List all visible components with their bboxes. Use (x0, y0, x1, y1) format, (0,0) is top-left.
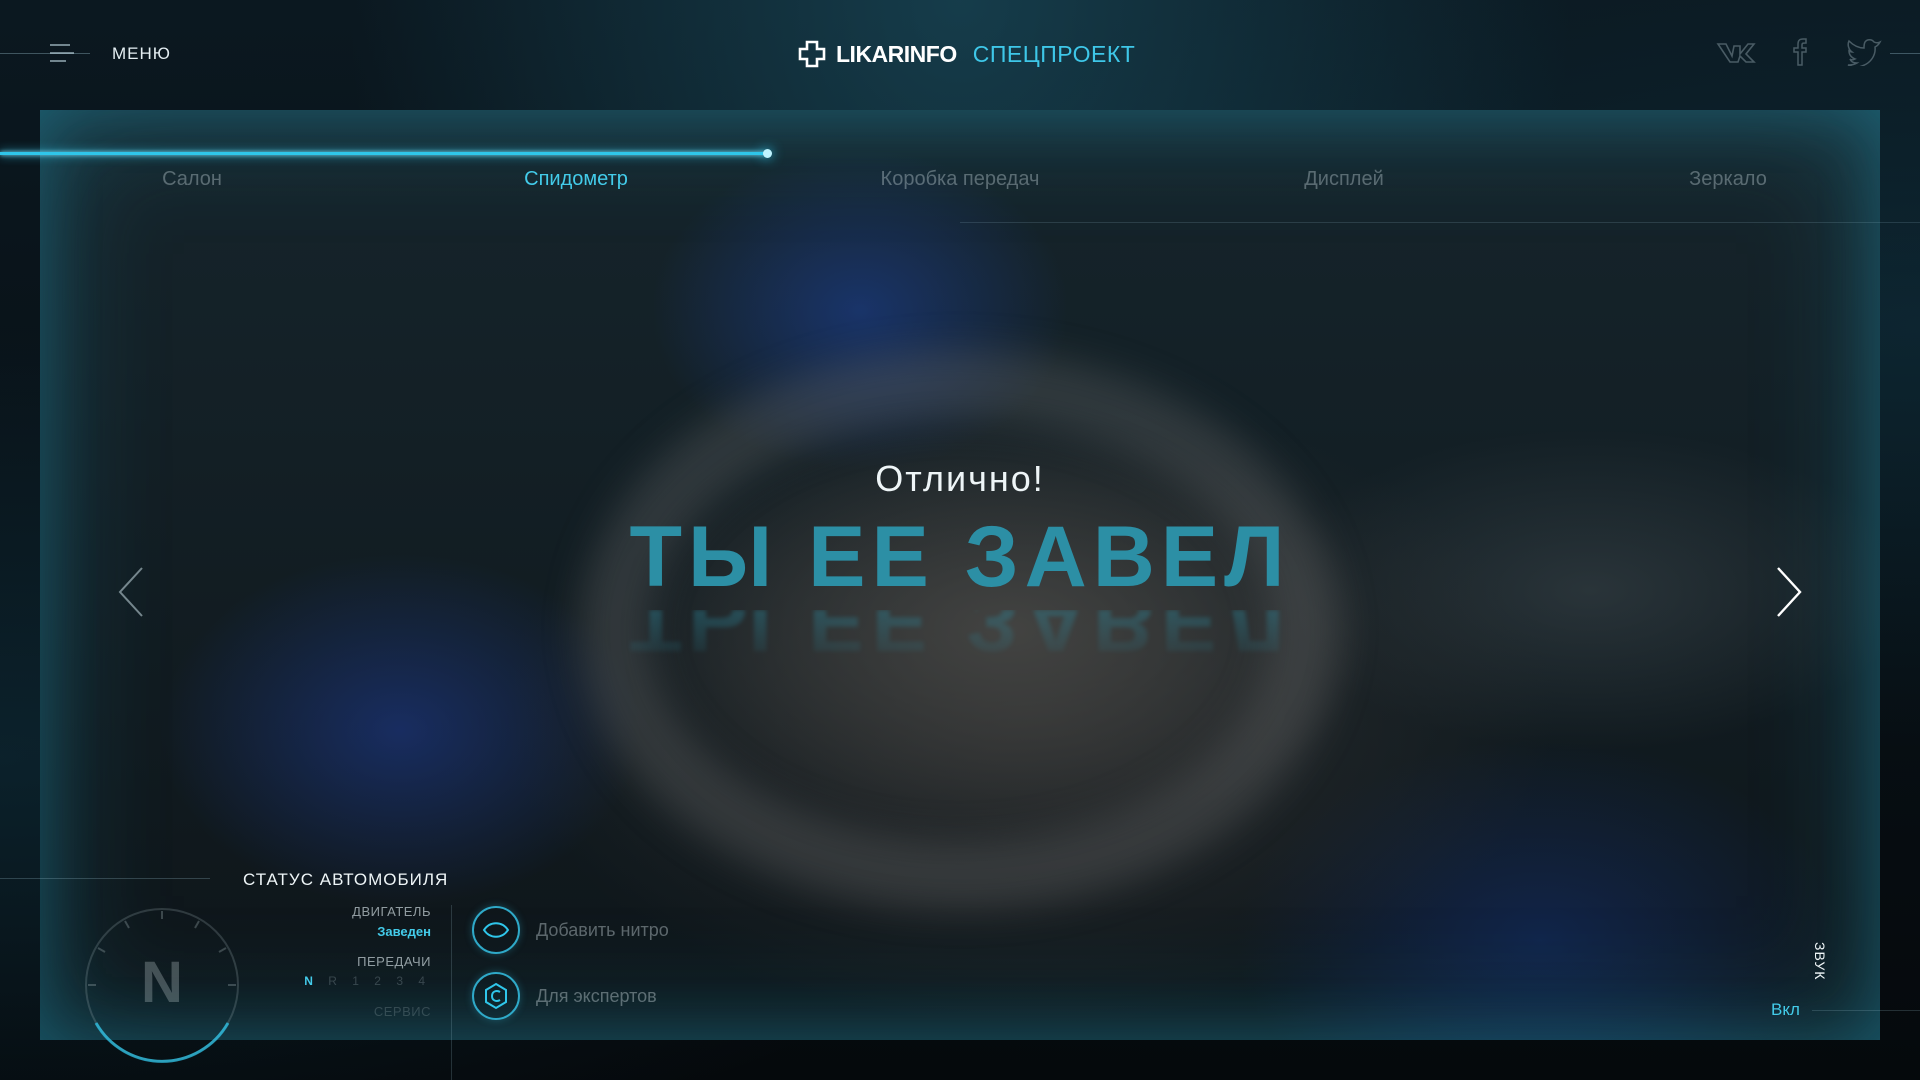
add-nitro-label: Добавить нитро (536, 919, 669, 940)
engine-label: ДВИГАТЕЛЬ (352, 904, 431, 919)
gear-current: N (304, 974, 319, 988)
brand-subtitle: СПЕЦПРОЕКТ (972, 40, 1136, 67)
add-nitro-button[interactable]: Добавить нитро (472, 904, 669, 956)
nitro-icon (472, 906, 520, 954)
status-vertical-divider (451, 905, 452, 1080)
medical-cross-icon (798, 40, 826, 68)
social-links (1716, 36, 1884, 68)
menu-divider (0, 53, 90, 54)
social-divider (1890, 53, 1920, 54)
gears-indicator: N R 1 2 3 4 (304, 974, 431, 988)
gear-gauge: N (82, 905, 242, 1065)
sound-toggle[interactable]: Вкл (1771, 1000, 1800, 1020)
hero-headline: ТЫ ЕЕ ЗАВЕЛ (629, 509, 1291, 605)
progress-bar (0, 149, 1920, 158)
prev-arrow-icon[interactable] (112, 562, 152, 622)
facebook-icon[interactable] (1780, 36, 1820, 68)
sound-divider (1812, 1010, 1920, 1011)
tab-gearbox[interactable]: Коробка передач (810, 168, 1110, 191)
gear-options: R 1 2 3 4 (328, 974, 431, 988)
next-arrow-icon[interactable] (1768, 562, 1808, 622)
tab-mirror[interactable]: Зеркало (1578, 168, 1878, 191)
engine-value: Заведен (377, 924, 431, 939)
brand-logo[interactable]: LIKARINFO СПЕЦПРОЕКТ (798, 38, 1135, 70)
tabs-divider (960, 222, 1920, 223)
sound-label: ЗВУК (1812, 942, 1828, 981)
tab-display[interactable]: Дисплей (1194, 168, 1494, 191)
progress-fill (0, 149, 772, 158)
tab-speedometer[interactable]: Спидометр (426, 168, 726, 191)
hero-kicker: Отлично! (875, 458, 1045, 499)
gears-label: ПЕРЕДАЧИ (357, 954, 431, 969)
status-title: СТАТУС АВТОМОБИЛЯ (243, 870, 449, 889)
service-label: СЕРВИС (373, 1004, 431, 1019)
hamburger-icon[interactable] (50, 44, 74, 62)
status-divider (0, 878, 210, 879)
experts-label: Для экспертов (536, 985, 657, 1006)
header: МЕНЮ LIKARINFO СПЕЦПРОЕКТ (0, 0, 1920, 108)
brand-name: LIKARINFO (836, 40, 957, 67)
tab-salon[interactable]: Салон (42, 168, 342, 191)
menu-button[interactable]: МЕНЮ (112, 44, 171, 64)
expert-icon (472, 972, 520, 1020)
experts-button[interactable]: Для экспертов (472, 970, 657, 1022)
hero-headline-reflection: ТЫ ЕЕ ЗАВЕЛ (629, 610, 1291, 669)
gauge-gear-letter: N (141, 950, 183, 1015)
vk-icon[interactable] (1716, 36, 1756, 68)
step-tabs: Салон Спидометр Коробка передач Дисплей … (0, 168, 1920, 204)
twitter-icon[interactable] (1844, 36, 1884, 68)
